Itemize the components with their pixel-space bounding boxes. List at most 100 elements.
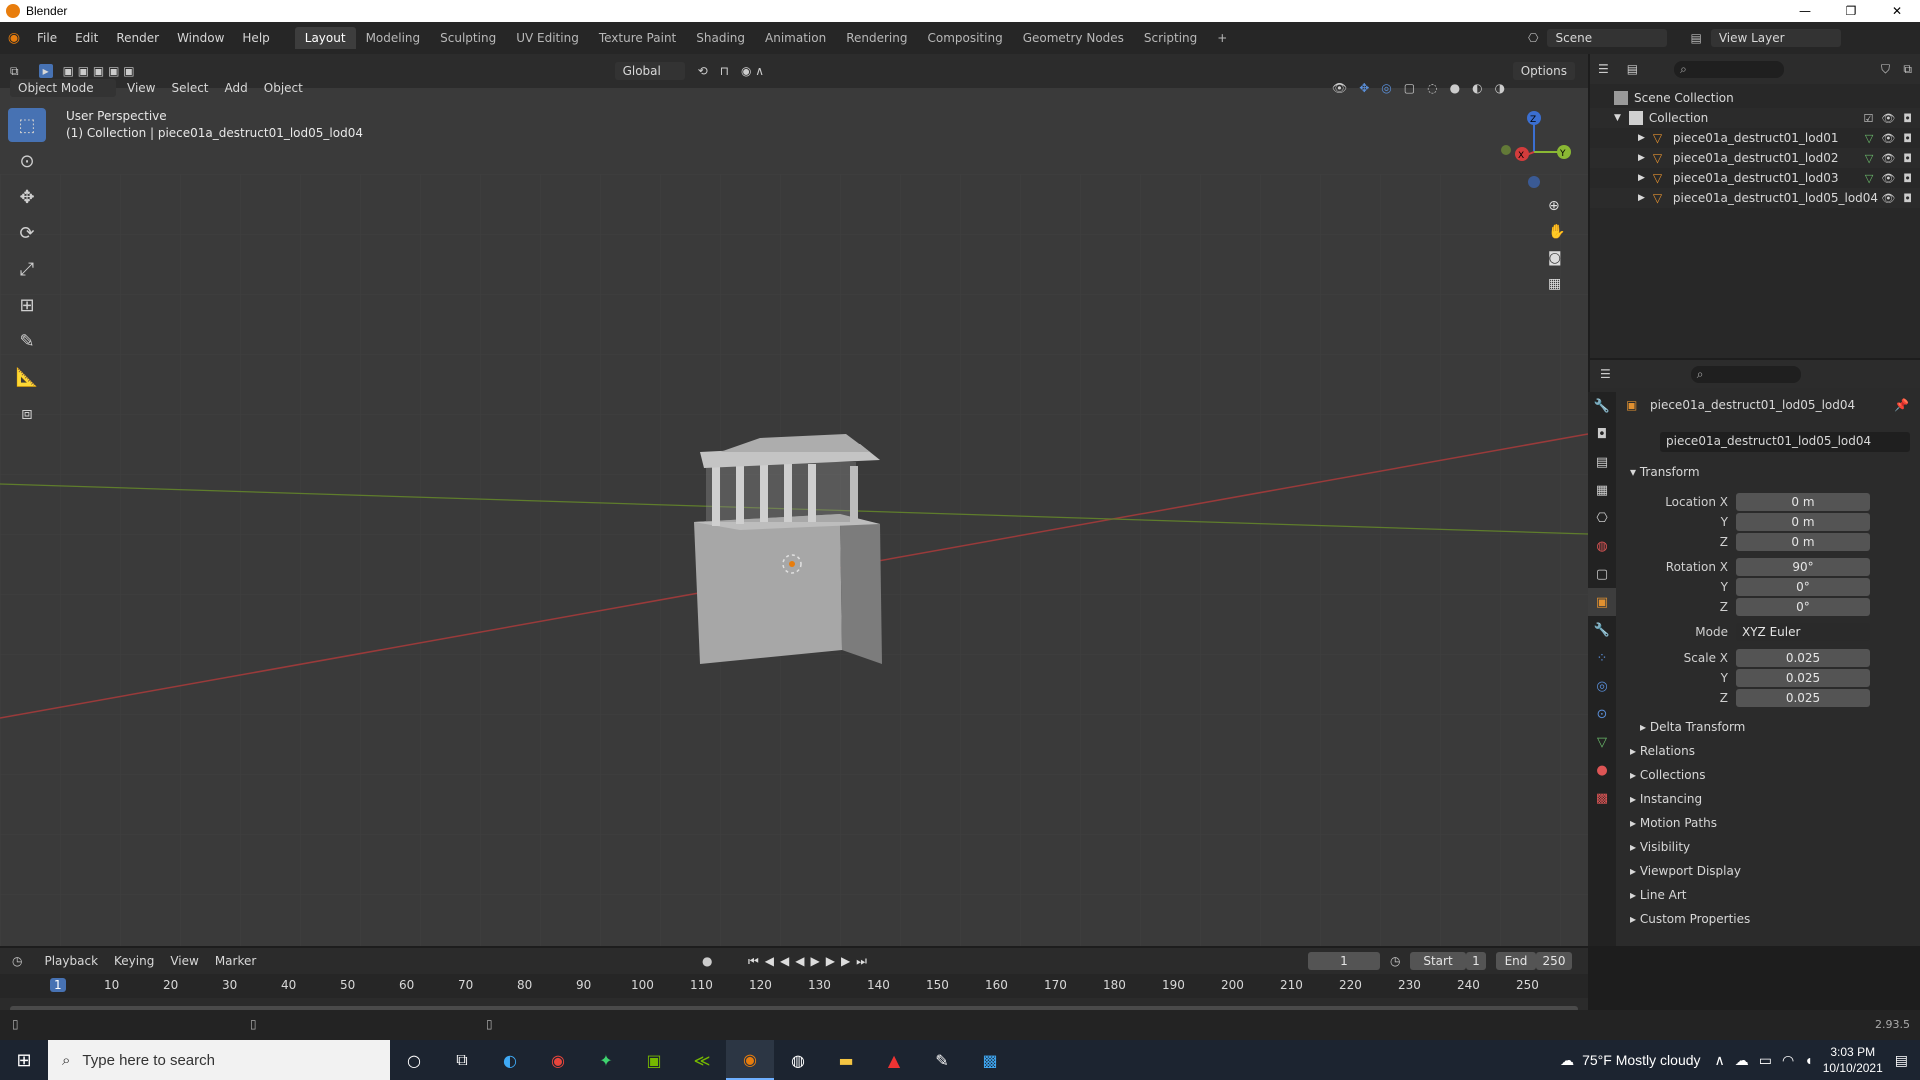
- windows-start-icon[interactable]: ⊞: [0, 1050, 48, 1071]
- 3d-viewport[interactable]: Z Y X ⊕ ✋ ◙ ▦: [0, 54, 1588, 946]
- mesh-data-icon[interactable]: ▽: [1865, 152, 1873, 165]
- menu-file[interactable]: File: [28, 31, 66, 45]
- chevron-right-icon[interactable]: ▶: [1638, 193, 1645, 203]
- location-x-field[interactable]: 0 m: [1736, 493, 1870, 511]
- scene-collection-row[interactable]: Scene Collection: [1590, 88, 1920, 108]
- tab-uv-editing[interactable]: UV Editing: [506, 27, 589, 49]
- mesh-data-icon[interactable]: ▽: [1865, 172, 1873, 185]
- overlay-toggle-icon[interactable]: ◎: [1381, 81, 1391, 95]
- outliner-item[interactable]: ▶ ▽ piece01a_destruct01_lod03 ▽ 👁 ◘: [1590, 168, 1920, 188]
- chevron-down-icon[interactable]: ▼: [1614, 113, 1621, 123]
- xray-icon[interactable]: ▢: [1404, 81, 1415, 95]
- weather-icon[interactable]: ☁: [1560, 1052, 1574, 1069]
- chevron-right-icon[interactable]: ▶: [1638, 133, 1645, 143]
- notification-icon[interactable]: ▤: [1895, 1052, 1908, 1069]
- add-cube-tool-icon[interactable]: ⧈: [8, 396, 46, 430]
- tab-shading[interactable]: Shading: [686, 27, 755, 49]
- edge-icon[interactable]: ◐: [486, 1040, 534, 1080]
- render-camera-icon[interactable]: ◘: [1903, 172, 1912, 185]
- viewport-object[interactable]: [694, 434, 882, 664]
- tab-texture-paint[interactable]: Texture Paint: [589, 27, 686, 49]
- delta-transform-section[interactable]: ▸ Delta Transform: [1640, 720, 1745, 734]
- location-y-field[interactable]: 0 m: [1736, 513, 1870, 531]
- add-workspace-icon[interactable]: +: [1207, 27, 1237, 49]
- cortana-icon[interactable]: ○: [390, 1040, 438, 1080]
- rendered-shading-icon[interactable]: ◑: [1495, 81, 1505, 95]
- filter-icon[interactable]: ⛉: [1881, 62, 1890, 77]
- eye-icon[interactable]: 👁: [1881, 132, 1895, 145]
- outliner-item[interactable]: ▶ ▽ piece01a_destruct01_lod02 ▽ 👁 ◘: [1590, 148, 1920, 168]
- timeline-menu-keying[interactable]: Keying: [106, 954, 162, 968]
- render-camera-icon[interactable]: ◘: [1903, 132, 1912, 145]
- viewport-menu-select[interactable]: Select: [163, 81, 216, 95]
- menu-help[interactable]: Help: [233, 31, 278, 45]
- output-tab-icon[interactable]: ▤: [1588, 448, 1616, 476]
- visibility-icon[interactable]: 👁: [1332, 81, 1347, 95]
- tab-compositing[interactable]: Compositing: [917, 27, 1012, 49]
- pan-hand-icon[interactable]: ✋: [1548, 224, 1565, 240]
- object-mode-dropdown[interactable]: Object Mode: [10, 79, 116, 97]
- ortho-grid-icon[interactable]: ▦: [1548, 276, 1565, 292]
- maximize-button[interactable]: ❐: [1828, 0, 1874, 22]
- task-view-icon[interactable]: ⧉: [438, 1040, 486, 1080]
- tab-layout[interactable]: Layout: [294, 27, 356, 49]
- view-layer-icon[interactable]: ▤: [1690, 31, 1701, 45]
- menu-render[interactable]: Render: [107, 31, 168, 45]
- minimize-button[interactable]: —: [1782, 0, 1828, 22]
- scale-x-field[interactable]: 0.025: [1736, 649, 1870, 667]
- timeline-menu-marker[interactable]: Marker: [207, 954, 264, 968]
- scale-tool-icon[interactable]: ⤢: [8, 252, 46, 286]
- display-mode-icon[interactable]: ▤: [1627, 62, 1638, 76]
- file-explorer-icon[interactable]: ▬: [822, 1040, 870, 1080]
- tab-sculpting[interactable]: Sculpting: [430, 27, 506, 49]
- transform-section-header[interactable]: ▾ Transform: [1630, 465, 1700, 479]
- clock[interactable]: 3:03 PM 10/10/2021: [1823, 1044, 1883, 1076]
- render-camera-icon[interactable]: ◘: [1903, 152, 1912, 165]
- outliner-item-selected[interactable]: ▶ ▽ piece01a_destruct01_lod05_lod04 👁 ◘: [1590, 188, 1920, 208]
- collections-section[interactable]: ▸ Collections: [1630, 768, 1705, 782]
- chevron-right-icon[interactable]: ▶: [1638, 173, 1645, 183]
- properties-editor-icon[interactable]: ☰: [1600, 367, 1611, 381]
- menu-window[interactable]: Window: [168, 31, 233, 45]
- wireframe-shading-icon[interactable]: ◌: [1427, 81, 1437, 95]
- solid-shading-icon[interactable]: ●: [1450, 81, 1460, 95]
- photos-icon[interactable]: ▩: [966, 1040, 1014, 1080]
- outliner-search-icon[interactable]: ⌕: [1674, 60, 1785, 78]
- chrome-icon[interactable]: ◉: [534, 1040, 582, 1080]
- timeline-editor-icon[interactable]: ◷: [12, 954, 22, 968]
- viewport-menu-view[interactable]: View: [119, 81, 163, 95]
- volume-icon[interactable]: ◖: [1804, 1052, 1812, 1068]
- rotation-mode-dropdown[interactable]: XYZ Euler: [1736, 623, 1870, 641]
- eye-icon[interactable]: 👁: [1881, 112, 1895, 125]
- motion-paths-section[interactable]: ▸ Motion Paths: [1630, 816, 1717, 830]
- current-frame-field[interactable]: 1: [1308, 952, 1380, 970]
- view-layer-selector[interactable]: View Layer: [1710, 29, 1841, 47]
- eye-icon[interactable]: 👁: [1881, 152, 1895, 165]
- material-tab-icon[interactable]: ●: [1588, 756, 1616, 784]
- blender-menu-icon[interactable]: ◉: [0, 30, 28, 46]
- texture-tab-icon[interactable]: ▩: [1588, 784, 1616, 812]
- relations-section[interactable]: ▸ Relations: [1630, 744, 1695, 758]
- cursor-tool-icon[interactable]: ⊙: [8, 144, 46, 178]
- scene-selector[interactable]: Scene: [1547, 29, 1668, 47]
- location-z-field[interactable]: 0 m: [1736, 533, 1870, 551]
- rotation-x-field[interactable]: 90°: [1736, 558, 1870, 576]
- wifi-icon[interactable]: ◠: [1782, 1052, 1794, 1069]
- move-tool-icon[interactable]: ✥: [8, 180, 46, 214]
- menu-edit[interactable]: Edit: [66, 31, 107, 45]
- weather-text[interactable]: 75°F Mostly cloudy: [1582, 1052, 1700, 1068]
- measure-tool-icon[interactable]: 📐: [8, 360, 46, 394]
- timeline-ruler[interactable]: 1 10 20 30 40 50 60 70 80 90 100 110 120…: [0, 974, 1588, 998]
- tray-chevron-icon[interactable]: ∧: [1715, 1052, 1725, 1069]
- camera-view-icon[interactable]: ◙: [1548, 250, 1565, 266]
- acrobat-icon[interactable]: ▲: [870, 1040, 918, 1080]
- outliner-editor-icon[interactable]: ☰: [1598, 62, 1609, 76]
- new-collection-icon[interactable]: ⧉: [1903, 62, 1912, 77]
- gizmo-toggle-icon[interactable]: ✥: [1359, 81, 1369, 95]
- green-app-icon[interactable]: ✦: [582, 1040, 630, 1080]
- geforce-icon[interactable]: ≪: [678, 1040, 726, 1080]
- visibility-section[interactable]: ▸ Visibility: [1630, 840, 1690, 854]
- tab-scripting[interactable]: Scripting: [1134, 27, 1207, 49]
- render-camera-icon[interactable]: ◘: [1903, 112, 1912, 125]
- object-data-field[interactable]: piece01a_destruct01_lod05_lod04: [1660, 432, 1910, 452]
